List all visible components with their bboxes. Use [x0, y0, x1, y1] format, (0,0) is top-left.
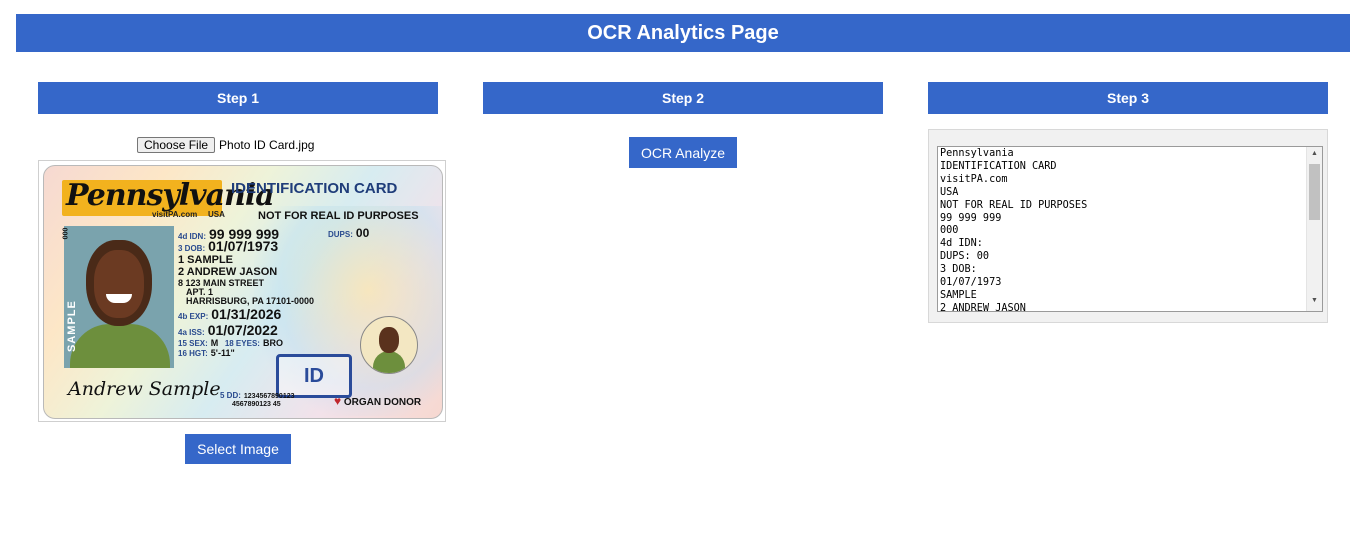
- sex-label: 15 SEX:: [178, 339, 208, 348]
- exp-value: 01/31/2026: [211, 306, 282, 322]
- dd-line-1: 1234567890123: [243, 393, 295, 400]
- scrollbar-thumb[interactable]: [1309, 164, 1320, 220]
- dob-value: 01/07/1973: [208, 238, 279, 254]
- card-address-line-3: HARRISBURG, PA 17101-0000: [186, 296, 315, 306]
- card-iss-field: 4a ISS: 01/07/2022: [178, 322, 278, 338]
- card-last-name: 1 SAMPLE: [178, 254, 234, 266]
- ocr-result-scrollbar[interactable]: ▲ ▼: [1306, 147, 1322, 311]
- step-1-column: Step 1 Choose File Photo ID Card.jpg Pen…: [38, 82, 446, 464]
- page-header: OCR Analytics Page: [16, 14, 1350, 52]
- selected-file-name: Photo ID Card.jpg: [219, 138, 315, 152]
- ocr-result-textarea[interactable]: Pennsylvania IDENTIFICATION CARD visitPA…: [937, 146, 1323, 312]
- step-3-column: Step 3 Pennsylvania IDENTIFICATION CARD …: [928, 82, 1328, 323]
- dups-value: 00: [355, 226, 370, 240]
- card-hgt-field: 16 HGT: 5'-11": [178, 348, 235, 358]
- id-card-image: Pennsylvania visitPA.com USA IDENTIFICAT…: [43, 165, 443, 419]
- id-card-preview: Pennsylvania visitPA.com USA IDENTIFICAT…: [38, 160, 446, 422]
- step-3-header: Step 3: [928, 82, 1328, 114]
- card-website: visitPA.com: [152, 210, 198, 219]
- card-signature: Andrew Sample: [68, 378, 221, 400]
- card-photo: [64, 226, 174, 368]
- dob-label: 3 DOB:: [178, 244, 206, 253]
- card-type: IDENTIFICATION CARD: [231, 180, 398, 197]
- dups-label: DUPS:: [328, 230, 353, 239]
- eyes-value: BRO: [262, 338, 283, 348]
- card-ghost-photo: [360, 316, 418, 374]
- step-2-label: Step 2: [661, 90, 704, 106]
- exp-label: 4b EXP:: [178, 312, 209, 321]
- dd-line-2: 4567890123 45: [232, 401, 281, 408]
- step-1-header: Step 1: [38, 82, 438, 114]
- organ-donor-label: ORGAN DONOR: [343, 397, 422, 408]
- card-sex-eyes-field: 15 SEX: M 18 EYES: BRO: [178, 338, 283, 348]
- card-first-name: 2 ANDREW JASON: [178, 266, 278, 278]
- scroll-down-icon[interactable]: ▼: [1311, 297, 1318, 304]
- file-picker: Choose File Photo ID Card.jpg: [137, 137, 314, 153]
- ocr-result-text: Pennsylvania IDENTIFICATION CARD visitPA…: [940, 148, 1088, 312]
- step-1-label: Step 1: [216, 90, 259, 106]
- card-photo-label: SAMPLE: [66, 300, 78, 352]
- step-3-label: Step 3: [1106, 90, 1149, 106]
- iss-value: 01/07/2022: [207, 322, 278, 338]
- heart-icon: ♥: [334, 394, 342, 408]
- page-title: OCR Analytics Page: [587, 21, 779, 44]
- step-2-header: Step 2: [483, 82, 883, 114]
- card-organ-donor: ♥ ORGAN DONOR: [334, 394, 421, 408]
- eyes-label: 18 EYES:: [224, 339, 260, 348]
- step-2-column: Step 2 OCR Analyze: [483, 82, 883, 168]
- card-exp-field: 4b EXP: 01/31/2026: [178, 306, 281, 322]
- card-dd-field: 5 DD: 1234567890123 4567890123 45: [220, 392, 295, 409]
- select-image-button[interactable]: Select Image: [185, 434, 291, 464]
- card-dups-field: DUPS: 00: [328, 226, 369, 240]
- hgt-label: 16 HGT:: [178, 349, 208, 358]
- iss-label: 4a ISS:: [178, 328, 205, 337]
- ocr-result-panel: Pennsylvania IDENTIFICATION CARD visitPA…: [928, 129, 1328, 323]
- sex-value: M: [210, 338, 219, 348]
- hgt-value: 5'-11": [210, 348, 235, 358]
- card-dob-field: 3 DOB: 01/07/1973: [178, 238, 278, 254]
- choose-file-button[interactable]: Choose File: [137, 137, 216, 153]
- card-country: USA: [208, 210, 225, 219]
- dd-label: 5 DD:: [220, 391, 241, 400]
- card-notice: NOT FOR REAL ID PURPOSES: [258, 210, 419, 222]
- scroll-up-icon[interactable]: ▲: [1311, 150, 1318, 157]
- ocr-analyze-button[interactable]: OCR Analyze: [629, 137, 737, 168]
- card-side-number: 000: [60, 227, 68, 240]
